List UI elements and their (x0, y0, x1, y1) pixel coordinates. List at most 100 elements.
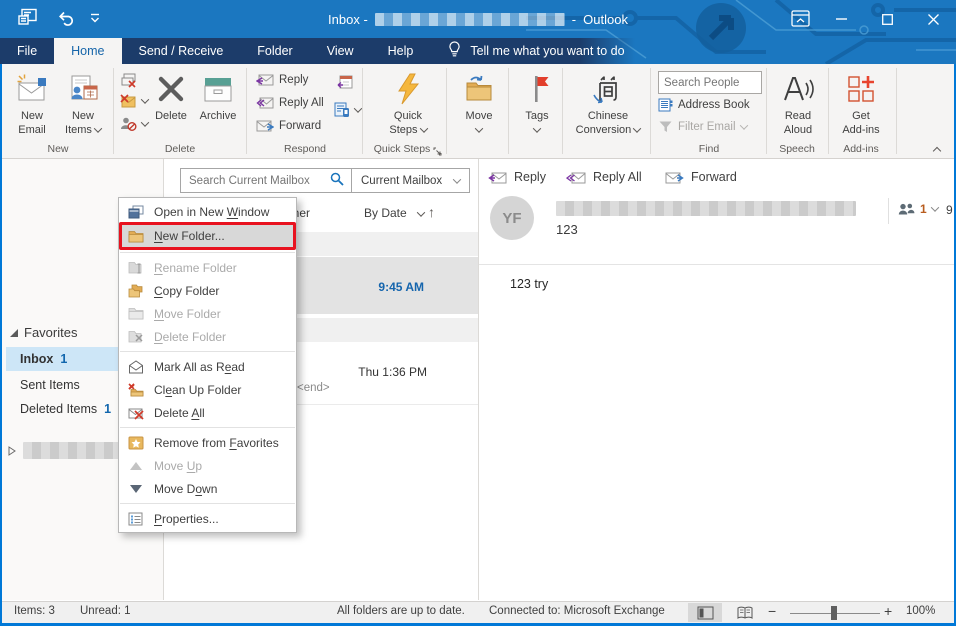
recipient-count-value: 1 (920, 202, 927, 216)
close-button[interactable] (910, 0, 956, 38)
tab-folder[interactable]: Folder (240, 38, 309, 64)
window-title-suffix: Outlook (583, 12, 628, 27)
chevron-down-icon (94, 124, 102, 132)
menu-item-label: Mark All as Read (154, 360, 245, 374)
group-divider (113, 68, 114, 154)
title-bar: Inbox - - Outlook (0, 0, 956, 64)
zoom-out-button[interactable]: − (768, 603, 776, 619)
chinese-conversion-button[interactable]: Chinese Conversion (568, 67, 648, 138)
forward-action[interactable]: Forward (665, 170, 737, 184)
sent-items-label: Sent Items (20, 378, 80, 392)
maximize-button[interactable] (864, 0, 910, 38)
tab-view[interactable]: View (310, 38, 371, 64)
reply-all-label: Reply All (279, 97, 324, 109)
menu-item-clean-up-folder[interactable]: Clean Up Folder (119, 378, 296, 401)
message-time-fragment: 9 (946, 203, 953, 217)
rename-folder-icon (127, 261, 144, 274)
minimize-button[interactable] (818, 0, 864, 38)
zoom-in-button[interactable]: + (884, 603, 892, 619)
sort-by-dropdown[interactable]: By Date (364, 206, 424, 220)
tab-send-receive[interactable]: Send / Receive (122, 38, 241, 64)
search-people-input[interactable] (658, 71, 762, 94)
meeting-button[interactable] (337, 74, 353, 89)
reply-all-button[interactable]: Reply All (256, 96, 324, 109)
people-icon (898, 202, 915, 216)
menu-item-label: Move Down (154, 482, 217, 496)
normal-view-button[interactable] (688, 603, 722, 622)
reply-label: Reply (279, 74, 308, 86)
chevron-down-icon (533, 124, 541, 132)
chevron-down-icon (475, 124, 483, 132)
filter-email-label: Filter Email (678, 121, 736, 133)
archive-icon (201, 70, 235, 108)
properties-icon (127, 512, 144, 526)
ignore-button[interactable] (120, 72, 137, 88)
new-email-label: New Email (18, 110, 46, 138)
im-icon (334, 102, 350, 117)
tell-me-box[interactable]: Tell me what you want to do (430, 38, 624, 64)
group-divider (766, 68, 767, 154)
get-add-ins-button[interactable]: Get Add-ins (834, 67, 888, 138)
reply-all-action[interactable]: Reply All (566, 170, 642, 184)
favorites-header[interactable]: Favorites (10, 325, 77, 340)
sender-avatar[interactable]: YF (490, 196, 534, 240)
window-controls (818, 0, 956, 38)
menu-item-label: Properties... (154, 512, 219, 526)
menu-item-open-in-new-window[interactable]: Open in New Window (119, 200, 296, 223)
menu-item-move-down[interactable]: Move Down (119, 477, 296, 500)
search-input[interactable] (181, 175, 330, 187)
search-scope-dropdown[interactable]: Current Mailbox (352, 168, 470, 193)
archive-label: Archive (200, 110, 237, 124)
collapse-ribbon-icon[interactable] (933, 147, 941, 155)
menu-item-delete-all[interactable]: Delete All (119, 401, 296, 424)
reading-view-button[interactable] (728, 603, 762, 622)
read-aloud-button[interactable]: Read Aloud (772, 67, 824, 138)
window-title: Inbox - - Outlook (0, 0, 956, 38)
quick-steps-dialog-launcher-icon[interactable] (433, 145, 443, 155)
sort-direction-icon[interactable]: ↑ (428, 204, 435, 220)
tab-home[interactable]: Home (54, 38, 121, 64)
ribbon-display-options-icon[interactable] (791, 10, 810, 30)
menu-item-copy-folder[interactable]: Copy Folder (119, 279, 296, 302)
search-box[interactable] (180, 168, 352, 193)
menu-item-remove-from-favorites[interactable]: Remove from Favorites (119, 431, 296, 454)
menu-item-mark-all-as-read[interactable]: Mark All as Read (119, 355, 296, 378)
group-label-add-ins: Add-ins (830, 143, 892, 157)
archive-button[interactable]: Archive (194, 67, 242, 124)
im-button[interactable] (334, 102, 361, 117)
move-button[interactable]: Move (452, 67, 506, 138)
read-aloud-label: Read Aloud (784, 110, 812, 138)
reply-button[interactable]: Reply (256, 73, 308, 86)
tab-help[interactable]: Help (371, 38, 431, 64)
delete-button[interactable]: Delete (150, 67, 192, 124)
reply-action[interactable]: Reply (488, 170, 546, 184)
favorites-label: Favorites (24, 325, 77, 340)
menu-item-new-folder[interactable]: New Folder... (119, 223, 296, 249)
forward-button[interactable]: Forward (256, 119, 321, 132)
recipient-count[interactable]: 1 (898, 202, 938, 216)
zoom-slider-handle[interactable] (831, 606, 837, 620)
zoom-level[interactable]: 100% (906, 605, 935, 617)
new-email-button[interactable]: New Email (8, 67, 56, 138)
title-bar-row[interactable]: Inbox - - Outlook (0, 0, 956, 38)
menu-item-label: Delete All (154, 406, 205, 420)
menu-separator (120, 503, 295, 504)
tab-file[interactable]: File (0, 38, 54, 64)
address-book-button[interactable]: Address Book (658, 98, 750, 112)
block-sender-button[interactable] (120, 116, 148, 132)
search-icon[interactable] (330, 172, 351, 189)
menu-item-move-folder: Move Folder (119, 302, 296, 325)
reply-all-icon (256, 96, 274, 109)
menu-item-label: New Folder... (154, 229, 225, 243)
junk-button[interactable] (120, 94, 148, 108)
move-icon (463, 70, 495, 108)
message-subject: 123 (556, 222, 578, 237)
tags-button[interactable]: Tags (514, 67, 560, 138)
menu-item-properties[interactable]: Properties... (119, 507, 296, 530)
new-items-icon (67, 70, 99, 108)
filter-email-button: Filter Email (658, 120, 747, 133)
quick-steps-button[interactable]: Quick Steps (372, 67, 444, 138)
new-items-button[interactable]: New Items (58, 67, 108, 138)
tags-icon (523, 70, 551, 108)
ribbon-tab-strip: File Home Send / Receive Folder View Hel… (0, 38, 640, 64)
